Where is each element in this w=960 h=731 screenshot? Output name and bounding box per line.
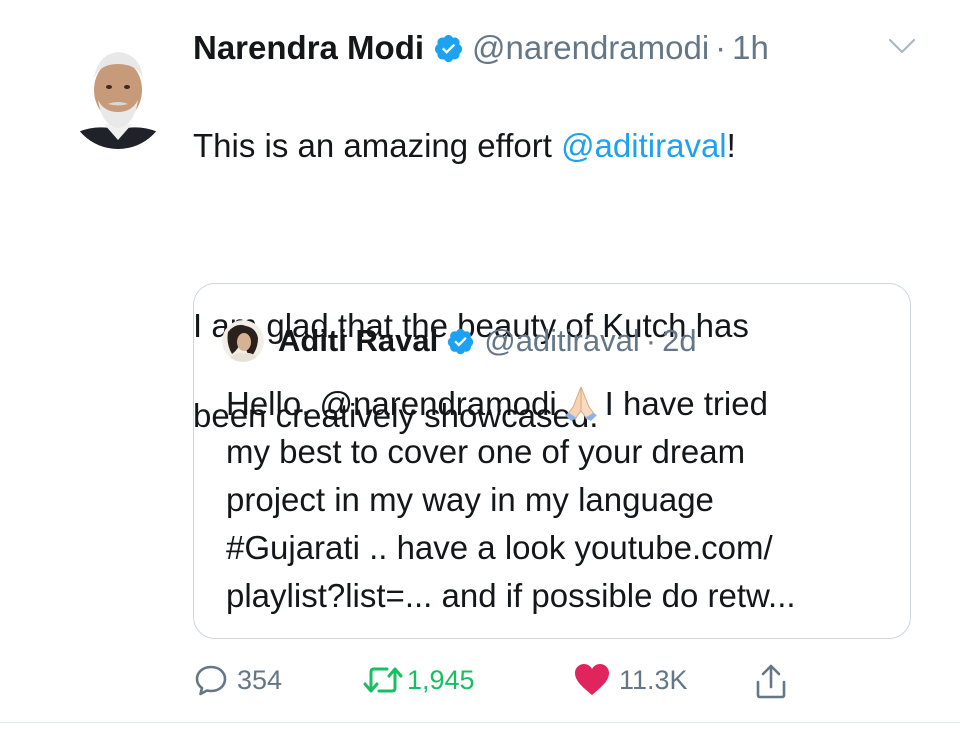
quoted-text-line-1: Hello, @narendramodi I have tried [226, 380, 886, 428]
quoted-author-avatar[interactable] [222, 320, 264, 362]
tweet-action-bar: 354 1,945 11.3K [193, 662, 813, 702]
quoted-text-line-5: playlist?list=... and if possible do ret… [226, 577, 796, 614]
quoted-tweet-header: Aditi Raval @aditiraval · 2d [222, 320, 697, 362]
share-icon [756, 664, 786, 699]
retweet-count: 1,945 [407, 664, 475, 695]
divider [0, 722, 960, 723]
quoted-tweet-text: Hello, @narendramodi I have tried my bes… [226, 380, 886, 620]
tweet-timestamp[interactable]: 1h [732, 26, 769, 70]
verified-badge-icon [434, 34, 463, 62]
reply-button[interactable]: 354 [193, 662, 282, 698]
comment-icon [195, 665, 227, 696]
separator-dot: · [715, 29, 727, 66]
separator-dot: · [645, 323, 657, 358]
quoted-tweet-card[interactable]: Aditi Raval @aditiraval · 2d Hello, @nar… [193, 283, 911, 639]
quoted-text-line-3: project in my way in my language [226, 481, 714, 518]
reply-count: 354 [237, 664, 283, 695]
retweet-button[interactable]: 1,945 [361, 662, 475, 698]
verified-badge-icon [448, 328, 474, 354]
quoted-text-line-2: my best to cover one of your dream [226, 433, 746, 470]
author-avatar[interactable] [68, 40, 168, 158]
like-button[interactable]: 11.3K [573, 662, 688, 698]
folded-hands-emoji [564, 386, 597, 421]
quoted-tweet-timestamp[interactable]: 2d [662, 321, 696, 361]
like-count: 11.3K [619, 664, 688, 695]
tweet-text-line-1: This is an amazing effort @aditiraval! [193, 123, 893, 168]
share-button[interactable] [753, 662, 789, 700]
tweet-text-segment: ! [726, 127, 736, 164]
quoted-text-line-4: #Gujarati .. have a look youtube.com/ [226, 529, 773, 566]
tweet-header: Narendra Modi @narendramodi · 1h [193, 26, 769, 70]
mention-link[interactable]: @aditiraval [561, 127, 727, 164]
tweet-text-segment: This is an amazing effort [193, 127, 562, 164]
quoted-text-segment: I have tried [604, 385, 768, 422]
quoted-author-handle[interactable]: @aditiraval [484, 321, 640, 361]
author-name[interactable]: Narendra Modi [193, 26, 424, 70]
heart-icon [575, 664, 609, 695]
quoted-text-segment: Hello, @narendramodi [226, 385, 557, 422]
author-handle[interactable]: @narendramodi [472, 26, 709, 70]
retweet-icon [363, 667, 403, 693]
quoted-author-name[interactable]: Aditi Raval [278, 321, 438, 361]
chevron-down-icon[interactable] [886, 34, 918, 58]
